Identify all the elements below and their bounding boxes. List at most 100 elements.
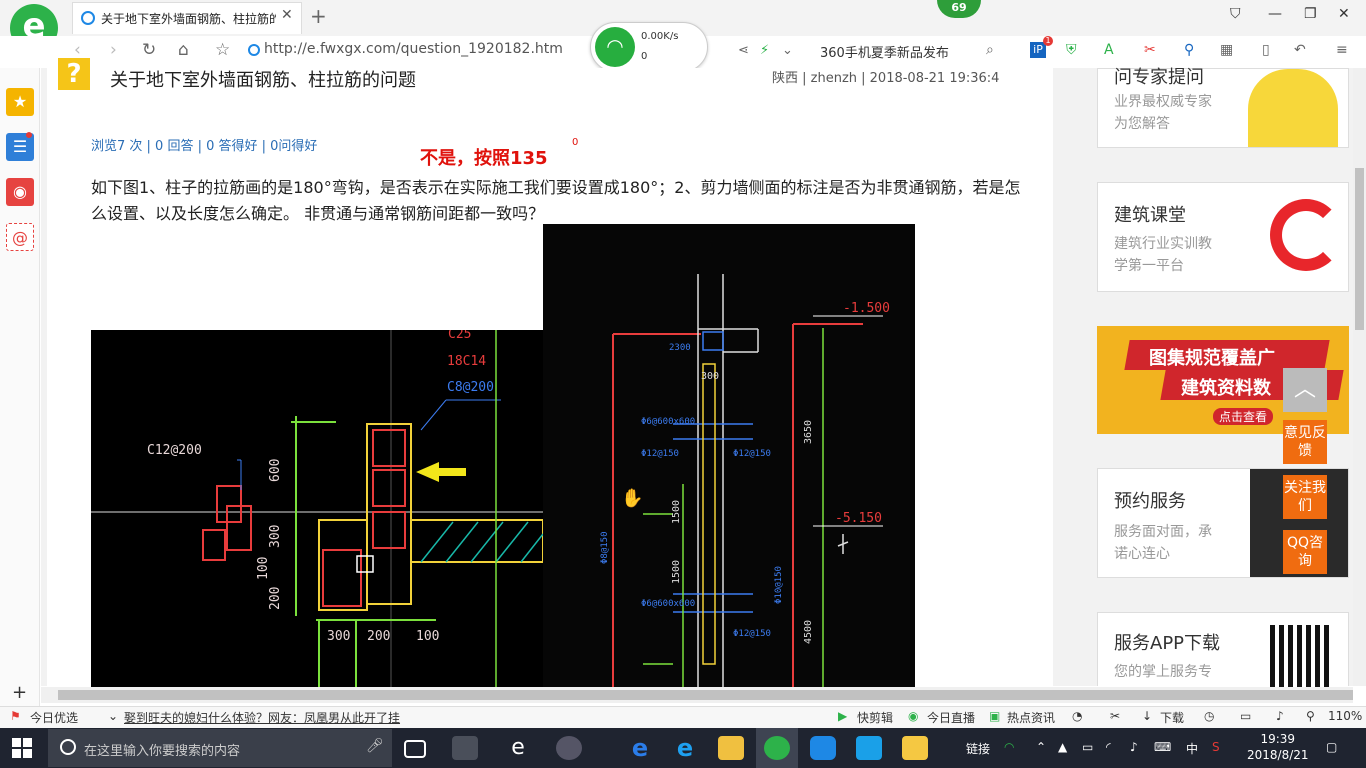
wifi-widget[interactable]: ◠ 0.00K/s 0 (590, 22, 708, 72)
favorites-icon[interactable]: ★ (6, 88, 34, 116)
flash-icon[interactable]: ⚡ (760, 43, 769, 58)
back-icon[interactable]: ‹ (74, 40, 81, 60)
pinwheel-app-icon[interactable] (452, 736, 478, 760)
cad-figure-column-tie[interactable]: C12@200 18C14 C8@200 C25 600 300 100 200… (91, 330, 543, 687)
speed-icon[interactable]: ◔ (1072, 709, 1082, 723)
shirt-icon[interactable]: ⛉ (1230, 6, 1241, 22)
tools-icon[interactable]: ✂ (1110, 709, 1120, 723)
taskbar-search[interactable]: 在这里输入你要搜索的内容 🎤︎ (48, 729, 392, 767)
volume-icon[interactable]: ♪ (1276, 709, 1284, 723)
address-bar[interactable]: http://e.fwxgx.com/question_1920182.htm (264, 41, 563, 57)
app-download-card[interactable]: 服务APP下载 您的掌上服务专 (1097, 612, 1349, 687)
add-sidebar-button[interactable]: + (12, 682, 27, 703)
close-tab-icon[interactable]: ✕ (281, 7, 293, 23)
notification-bell-icon[interactable]: ▲ (1058, 740, 1067, 754)
windows-start-icon[interactable] (12, 738, 32, 758)
question-body: 如下图1、柱子的拉筋画的是180°弯钩，是否表示在实际施工我们要设置成180°；… (91, 178, 1021, 223)
ie-classic-icon[interactable]: e (505, 736, 531, 760)
back-to-top-button[interactable]: ︿ (1283, 368, 1327, 412)
tray-chevron-icon[interactable]: ⌃ (1036, 740, 1046, 754)
star-icon[interactable]: ☆ (215, 40, 230, 60)
home-icon[interactable]: ⌂ (178, 40, 189, 60)
ask-expert-card[interactable]: 问专家提问 业界最权威专家 为您解答 (1097, 67, 1349, 148)
window-icon[interactable]: ▭ (1240, 709, 1251, 723)
vertical-scroll-thumb[interactable] (1355, 168, 1364, 330)
fig2-label-phi12-a: Φ12@150 (641, 449, 679, 459)
refresh-icon[interactable]: ↻ (142, 40, 156, 60)
news-ticker[interactable]: 360手机夏季新品发布 (820, 42, 949, 61)
menu-icon[interactable]: ≡ (1336, 42, 1348, 58)
quick-clip[interactable]: 快剪辑 (857, 709, 893, 726)
magnifier-icon[interactable]: ⚲ (1184, 42, 1194, 58)
history-icon[interactable]: ◷ (1204, 709, 1214, 723)
service-sub2: 诺心连心 (1114, 546, 1170, 562)
site-security-icon[interactable] (248, 44, 260, 56)
minimize-icon[interactable]: — (1268, 6, 1282, 22)
live-link[interactable]: 今日直播 (927, 709, 975, 726)
qq-consult-button[interactable]: QQ咨询 (1283, 530, 1327, 574)
browser-tab[interactable]: 关于地下室外墙面钢筋、柱拉筋的 ✕ (72, 2, 302, 34)
class-card[interactable]: 建筑课堂 建筑行业实训教 学第一平台 (1097, 182, 1349, 292)
edge-icon[interactable]: e (627, 736, 653, 760)
undo-icon[interactable]: ↶ (1294, 42, 1306, 58)
clip-icon[interactable]: ▶ (838, 709, 847, 723)
chevron-down-icon[interactable]: ⌄ (108, 709, 118, 723)
fig2-label-phi6-b: Φ6@600x600 (641, 599, 695, 609)
zoom-level[interactable]: 110% (1328, 709, 1362, 723)
network-icon[interactable]: ◜ (1106, 740, 1111, 754)
blue-g-app-icon[interactable] (810, 736, 836, 760)
banner-line2: 建筑资料数 (1181, 378, 1271, 399)
close-window-icon[interactable]: ✕ (1338, 6, 1350, 22)
today-picks-icon[interactable]: ⚑ (10, 709, 21, 723)
tablet-icon[interactable]: ▯ (1262, 42, 1270, 58)
banner-button[interactable]: 点击查看 (1213, 408, 1274, 425)
horizontal-scroll-thumb[interactable] (58, 690, 1353, 700)
question-stats[interactable]: 浏览7 次 | 0 回答 | 0 答得好 | 0问得好 (91, 135, 317, 154)
answer-note: 不是，按照135 (420, 148, 548, 169)
plus-app-icon[interactable] (856, 736, 882, 760)
file-explorer-icon[interactable] (718, 736, 744, 760)
notes-app-icon[interactable] (902, 736, 928, 760)
chevron-down-icon[interactable]: ⌄ (782, 43, 793, 58)
system-clock[interactable]: 19:39 2018/8/21 (1247, 731, 1309, 763)
extension-badge: 1 (1043, 36, 1053, 46)
hot-news[interactable]: 热点资讯 (1007, 709, 1055, 726)
news-icon[interactable]: ▣ (989, 709, 1000, 723)
search-icon[interactable]: ⌕ (986, 42, 994, 58)
question-title: 关于地下室外墙面钢筋、柱拉筋的问题 (110, 70, 416, 91)
apps-grid-icon[interactable]: ▦ (1220, 42, 1233, 58)
ie-icon[interactable]: e (672, 736, 698, 760)
360-browser-icon[interactable] (764, 736, 790, 760)
ime-indicator[interactable]: 中 (1186, 740, 1198, 757)
speaker-icon[interactable]: ♪ (1130, 740, 1138, 754)
screenshot-icon[interactable]: ✂ (1144, 42, 1156, 58)
translate-icon[interactable]: A (1104, 42, 1114, 58)
share-icon[interactable]: ⋖ (738, 43, 749, 58)
sogou-icon[interactable]: S (1212, 740, 1220, 754)
vertical-scrollbar[interactable] (1353, 68, 1366, 686)
download-icon[interactable]: ↓ (1142, 709, 1152, 723)
download-link[interactable]: 下载 (1160, 709, 1184, 726)
weibo-icon[interactable]: ◉ (6, 178, 34, 206)
wifi-tray-icon[interactable]: ◠ (1004, 740, 1014, 754)
live-icon[interactable]: ◉ (908, 709, 918, 723)
feedback-button[interactable]: 意见反馈 (1283, 420, 1327, 464)
shield-icon[interactable]: ⛨ (1066, 42, 1077, 58)
restore-icon[interactable]: ❐ (1304, 6, 1317, 22)
microphone-icon[interactable]: 🎤︎ (366, 738, 384, 754)
app-swirl-icon[interactable] (556, 736, 582, 760)
task-view-icon[interactable] (404, 740, 426, 758)
forward-icon[interactable]: › (110, 40, 117, 60)
mail-icon[interactable]: @ (6, 223, 34, 251)
action-center-icon[interactable]: ▢ (1326, 740, 1337, 754)
headline-link[interactable]: 娶到旺夫的媳妇什么体验？网友：凤凰男从此开了挂 (124, 709, 400, 726)
today-picks[interactable]: 今日优选 (30, 709, 78, 726)
zoom-icon[interactable]: ⚲ (1306, 709, 1315, 723)
qr-code-image (1270, 625, 1332, 687)
follow-us-button[interactable]: 关注我们 (1283, 475, 1327, 519)
link-label[interactable]: 链接 (966, 740, 990, 757)
battery-icon[interactable]: ▭ (1082, 740, 1093, 754)
keyboard-icon[interactable]: ⌨ (1154, 740, 1171, 754)
new-tab-button[interactable]: + (310, 4, 327, 28)
cad-figure-wall-section[interactable]: -1.500 -5.150 300 3650 1500 1500 4500 23… (543, 224, 915, 687)
